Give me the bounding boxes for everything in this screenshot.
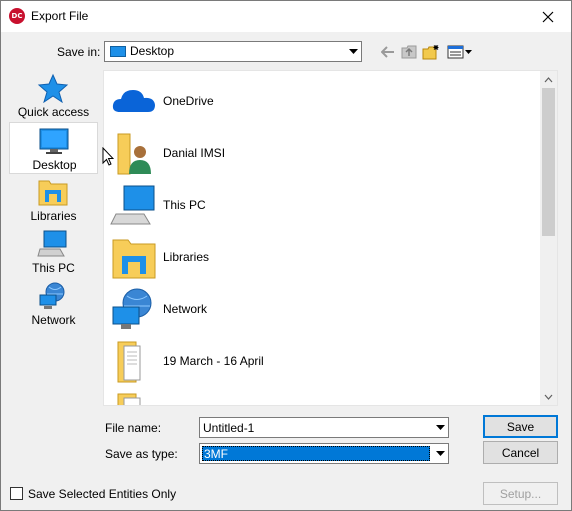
scroll-up-button[interactable]	[540, 71, 557, 88]
file-list[interactable]: OneDrive Danial IMSI This PC Libraries N…	[103, 70, 558, 406]
export-file-dialog: DC Export File Save in: Desktop Quick ac…	[0, 0, 572, 511]
save-in-value: Desktop	[130, 44, 175, 58]
file-name-label: File name:	[105, 421, 162, 435]
title-bar: DC Export File	[1, 1, 571, 32]
back-button[interactable]	[379, 43, 397, 61]
chevron-down-icon[interactable]	[431, 418, 448, 437]
chevron-down-icon	[544, 394, 553, 400]
libraries-icon	[112, 239, 156, 279]
item-name: This PC	[163, 198, 206, 212]
save-button[interactable]: Save	[483, 415, 558, 438]
place-desktop[interactable]: Desktop	[9, 122, 98, 174]
folder-icon	[117, 393, 141, 405]
scrollbar-thumb[interactable]	[542, 88, 555, 236]
new-folder-icon	[422, 45, 439, 60]
scroll-down-button[interactable]	[540, 388, 557, 405]
view-menu-button[interactable]	[447, 43, 473, 61]
cloud-icon	[112, 90, 155, 112]
list-item-onedrive[interactable]: OneDrive	[110, 76, 530, 126]
save-in-label: Save in:	[57, 45, 101, 59]
close-button[interactable]	[525, 1, 571, 32]
folder-icon	[117, 341, 141, 383]
up-folder-button[interactable]	[400, 43, 418, 61]
libraries-icon	[38, 180, 68, 206]
place-network[interactable]: Network	[9, 278, 98, 330]
item-name: 19 March - 16 April	[163, 354, 264, 368]
file-name-value: Untitled-1	[203, 421, 255, 435]
setup-button[interactable]: Setup...	[483, 482, 558, 505]
star-icon	[37, 73, 69, 103]
item-name: Network	[163, 302, 208, 316]
item-name: Libraries	[163, 250, 210, 264]
chevron-up-icon	[544, 76, 553, 82]
computer-icon	[37, 230, 67, 257]
list-item-this-pc[interactable]: This PC	[110, 180, 530, 230]
place-label: This PC	[32, 261, 75, 275]
save-as-type-label: Save as type:	[105, 447, 178, 461]
desktop-icon	[39, 128, 69, 154]
cancel-button[interactable]: Cancel	[483, 441, 558, 464]
save-as-type-dropdown[interactable]: 3MF	[199, 443, 449, 464]
up-folder-icon	[401, 45, 417, 59]
place-this-pc[interactable]: This PC	[9, 226, 98, 278]
close-icon	[542, 11, 554, 22]
view-list-icon	[447, 45, 472, 59]
list-item-network[interactable]: Network	[110, 284, 530, 334]
user-folder-icon	[117, 133, 151, 175]
places-bar: Quick access Desktop Libraries This PC N…	[9, 70, 98, 406]
computer-icon	[110, 185, 155, 225]
save-in-dropdown[interactable]: Desktop	[104, 41, 362, 62]
vertical-scrollbar[interactable]	[540, 71, 557, 405]
item-name: Danial IMSI	[163, 146, 226, 160]
network-icon	[112, 288, 152, 329]
place-label: Desktop	[32, 158, 77, 172]
place-quick-access[interactable]: Quick access	[9, 70, 98, 122]
chevron-down-icon	[431, 444, 448, 463]
list-item-folder[interactable]: 19 March - 16 April	[110, 336, 530, 386]
network-icon	[39, 282, 65, 309]
dialog-title: Export File	[31, 9, 89, 23]
back-arrow-icon	[381, 46, 394, 58]
place-libraries[interactable]: Libraries	[9, 174, 98, 226]
app-logo-icon: DC	[9, 8, 25, 24]
list-item-user-folder[interactable]: Danial IMSI	[110, 128, 530, 178]
item-name: OneDrive	[163, 94, 214, 108]
file-name-input[interactable]: Untitled-1	[199, 417, 449, 438]
save-selected-checkbox[interactable]	[10, 487, 23, 500]
save-as-type-value: 3MF	[202, 446, 430, 461]
list-item-partial[interactable]	[110, 388, 530, 405]
list-item-libraries[interactable]: Libraries	[110, 232, 530, 282]
place-label: Libraries	[30, 209, 77, 223]
place-label: Network	[31, 313, 76, 327]
desktop-small-icon	[110, 46, 126, 57]
new-folder-button[interactable]	[422, 43, 440, 61]
save-selected-label: Save Selected Entities Only	[28, 487, 177, 501]
chevron-down-icon	[344, 42, 361, 61]
place-label: Quick access	[17, 105, 90, 119]
mouse-cursor-icon	[102, 147, 114, 166]
